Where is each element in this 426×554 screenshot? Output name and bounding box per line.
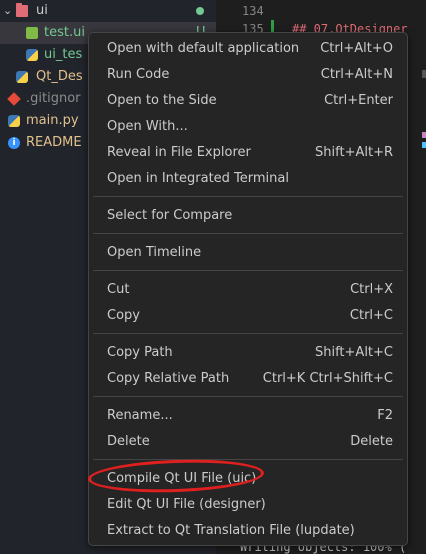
- menu-item-open-with[interactable]: Open With...: [93, 114, 403, 140]
- menu-item-label: Reveal in File Explorer: [107, 145, 251, 160]
- line-number: 134: [242, 4, 264, 18]
- menu-item-label: Delete: [107, 434, 150, 449]
- menu-item-reveal-explorer[interactable]: Reveal in File Explorer Shift+Alt+R: [93, 140, 403, 166]
- menu-item-label: Run Code: [107, 67, 170, 82]
- menu-item-label: Copy: [107, 308, 140, 323]
- minimap-mark: [422, 142, 426, 148]
- menu-item-rename[interactable]: Rename... F2: [93, 403, 403, 429]
- menu-separator: [93, 459, 403, 460]
- ui-file-icon: [26, 27, 38, 39]
- menu-item-select-compare[interactable]: Select for Compare: [93, 203, 403, 229]
- minimap-mark: [422, 70, 426, 78]
- menu-separator: [93, 270, 403, 271]
- menu-item-extract-translation[interactable]: Extract to Qt Translation File (lupdate): [93, 518, 403, 544]
- menu-item-shortcut: Ctrl+X: [350, 282, 393, 297]
- menu-separator: [93, 196, 403, 197]
- menu-item-label: Copy Path: [107, 345, 173, 360]
- tree-item-label: README: [26, 135, 82, 150]
- menu-item-open-terminal[interactable]: Open in Integrated Terminal: [93, 166, 403, 192]
- context-menu: Open with default application Ctrl+Alt+O…: [88, 32, 408, 546]
- modified-dot-icon: [196, 7, 204, 15]
- menu-item-copy-relative-path[interactable]: Copy Relative Path Ctrl+K Ctrl+Shift+C: [93, 366, 403, 392]
- menu-item-shortcut: Shift+Alt+C: [314, 345, 393, 360]
- tree-item-label: Qt_Des: [36, 69, 83, 84]
- menu-item-label: Open in Integrated Terminal: [107, 171, 289, 186]
- tree-item-label: .gitignor: [26, 91, 81, 106]
- git-icon: [7, 92, 21, 106]
- menu-item-label: Copy Relative Path: [107, 371, 230, 386]
- menu-item-label: Compile Qt UI File (uic): [107, 471, 257, 486]
- python-file-icon: [26, 49, 38, 61]
- tree-item-label: main.py: [26, 113, 79, 128]
- tree-folder-ui[interactable]: ⌄ ui: [0, 0, 216, 22]
- menu-item-shortcut: Ctrl+Enter: [324, 93, 393, 108]
- menu-item-label: Open with default application: [107, 41, 300, 56]
- menu-item-label: Rename...: [107, 408, 173, 423]
- menu-item-shortcut: Ctrl+Alt+N: [320, 67, 393, 82]
- folder-icon: [16, 3, 28, 17]
- menu-item-delete[interactable]: Delete Delete: [93, 429, 403, 455]
- menu-item-shortcut: Delete: [350, 434, 393, 449]
- python-file-icon: [16, 71, 28, 83]
- menu-item-open-to-side[interactable]: Open to the Side Ctrl+Enter: [93, 88, 403, 114]
- tree-item-label: ui_tes: [44, 47, 83, 62]
- menu-item-shortcut: F2: [377, 408, 393, 423]
- menu-separator: [93, 333, 403, 334]
- tree-item-label: test.ui: [44, 25, 85, 40]
- menu-item-shortcut: Ctrl+C: [349, 308, 393, 323]
- tree-item-label: ui: [36, 3, 48, 18]
- menu-item-cut[interactable]: Cut Ctrl+X: [93, 277, 403, 303]
- menu-item-label: Select for Compare: [107, 208, 233, 223]
- menu-item-open-default[interactable]: Open with default application Ctrl+Alt+O: [93, 36, 403, 62]
- menu-item-run-code[interactable]: Run Code Ctrl+Alt+N: [93, 62, 403, 88]
- menu-item-label: Open With...: [107, 119, 188, 134]
- menu-item-open-timeline[interactable]: Open Timeline: [93, 240, 403, 266]
- menu-item-label: Cut: [107, 282, 130, 297]
- menu-item-label: Open to the Side: [107, 93, 217, 108]
- menu-item-shortcut: Ctrl+Alt+O: [320, 41, 393, 56]
- menu-separator: [93, 233, 403, 234]
- menu-item-label: Open Timeline: [107, 245, 202, 260]
- menu-item-label: Extract to Qt Translation File (lupdate): [107, 523, 355, 538]
- menu-item-shortcut: Ctrl+K Ctrl+Shift+C: [262, 371, 393, 386]
- menu-item-copy[interactable]: Copy Ctrl+C: [93, 303, 403, 329]
- menu-item-label: Edit Qt UI File (designer): [107, 497, 266, 512]
- menu-item-edit-qt-ui[interactable]: Edit Qt UI File (designer): [93, 492, 403, 518]
- menu-separator: [93, 396, 403, 397]
- menu-item-copy-path[interactable]: Copy Path Shift+Alt+C: [93, 340, 403, 366]
- info-icon: i: [8, 137, 20, 149]
- menu-item-compile-qt-ui[interactable]: Compile Qt UI File (uic): [93, 466, 403, 492]
- chevron-down-icon: ⌄: [3, 4, 13, 17]
- menu-item-shortcut: Shift+Alt+R: [315, 145, 393, 160]
- minimap-mark: [422, 132, 426, 138]
- python-file-icon: [8, 115, 20, 127]
